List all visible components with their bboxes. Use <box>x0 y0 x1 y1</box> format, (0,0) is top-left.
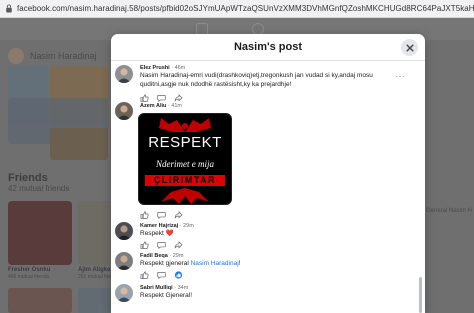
comment-author-line: Sabri Mulliqi · 34m <box>140 285 188 291</box>
sticker-clirimtar-text: ÇLIRIMTAR <box>153 175 217 185</box>
comment-author[interactable]: Elez Prushi <box>140 65 170 71</box>
comment-text: Respekt ❤️ <box>140 230 174 237</box>
background-photo <box>50 128 108 160</box>
close-icon <box>405 43 414 52</box>
like-icon[interactable] <box>140 271 149 279</box>
friend-card-image <box>8 201 72 265</box>
commenter-avatar[interactable] <box>115 102 133 120</box>
comment-author[interactable]: Azem Aliu <box>140 103 166 109</box>
comment-actions <box>140 211 191 219</box>
comment-text: Nasim Haradinaj-emri vudi(drashkoviq)etj… <box>140 72 373 88</box>
background-right-text: General Nasim H <box>426 208 473 214</box>
scrollbar-thumb[interactable] <box>419 277 422 313</box>
sticker-title: RESPEKT <box>148 134 222 151</box>
modal-title: Nasim's post <box>233 41 303 53</box>
comment-author[interactable]: Sabri Mulliqi <box>140 285 173 291</box>
commenter-avatar[interactable] <box>115 222 133 240</box>
like-icon[interactable] <box>140 94 149 102</box>
like-icon[interactable] <box>140 241 149 249</box>
close-button[interactable] <box>401 39 418 56</box>
like-reaction-icon <box>174 271 183 279</box>
lock-icon <box>6 4 12 13</box>
reply-icon[interactable] <box>157 241 166 249</box>
respekt-sticker[interactable]: RESPEKT Nderimet e mija ÇLIRIMTAR <box>138 113 232 205</box>
reply-icon[interactable] <box>157 211 166 219</box>
background-photo <box>8 288 72 313</box>
comment-time[interactable]: 34m <box>178 285 189 291</box>
comment-actions <box>140 241 191 249</box>
commenter-avatar[interactable] <box>115 284 133 302</box>
reply-icon[interactable] <box>157 94 166 102</box>
friend-card-name: Fresher Osnku <box>8 267 51 273</box>
comment-text-part: ! <box>238 260 241 267</box>
background-profile-name: Nasim Haradinaj <box>30 51 97 61</box>
comment-author-line: Azem Aliu · 41m <box>140 103 182 109</box>
background-profile-row: Nasim Haradinaj <box>8 48 97 64</box>
comment-author-line: Fadil Beqa · 29m <box>140 253 183 259</box>
comment-time[interactable]: 29m <box>183 223 194 229</box>
comment-author-line: Elez Prushi · 46m <box>140 65 185 71</box>
reply-icon[interactable] <box>157 271 166 279</box>
sticker-script-text: Nderimet e mija <box>156 159 214 169</box>
comment-author-line: Kamer Hajrizaj · 29m <box>140 223 194 229</box>
url-text: facebook.com/nasim.haradinaj.58/posts/pf… <box>16 4 474 13</box>
post-modal: Nasim's post Elez Prushi · 46m Nasim Har… <box>111 34 425 313</box>
comment-time[interactable]: 46m <box>175 65 186 71</box>
background-friends-title: Friends <box>8 172 48 184</box>
friend-card-sub: 496 mutual friends <box>8 274 50 280</box>
commenter-avatar[interactable] <box>115 65 133 83</box>
comment-author[interactable]: Fadil Beqa <box>140 253 168 259</box>
comment-more-button[interactable]: ··· <box>396 72 406 81</box>
like-icon[interactable] <box>140 211 149 219</box>
modal-header: Nasim's post <box>111 34 425 61</box>
browser-url-bar[interactable]: facebook.com/nasim.haradinaj.58/posts/pf… <box>0 0 474 18</box>
comment-time[interactable]: 29m <box>173 253 184 259</box>
background-avatar <box>8 48 24 64</box>
comment-actions <box>140 94 191 102</box>
comment-text-part: Respekt gjeneral <box>140 260 191 267</box>
comment-text: Respekt gjeneral Nasim Haradinaj! <box>140 260 402 269</box>
background-friends-count: 42 mutual friends <box>8 184 70 193</box>
share-icon[interactable] <box>174 94 183 102</box>
friend-card-name: Ajim Aligka <box>78 267 111 273</box>
commenter-avatar[interactable] <box>115 252 133 270</box>
mention-link[interactable]: Nasim Haradinaj <box>191 260 239 267</box>
modal-scrollbar[interactable] <box>419 62 422 313</box>
comment-author[interactable]: Kamer Hajrizaj <box>140 223 178 229</box>
share-icon[interactable] <box>174 211 183 219</box>
comment-actions <box>140 271 191 279</box>
comment-text: Respekt Gjeneral! <box>140 292 193 299</box>
share-icon[interactable] <box>174 241 183 249</box>
comment-time[interactable]: 41m <box>171 103 182 109</box>
